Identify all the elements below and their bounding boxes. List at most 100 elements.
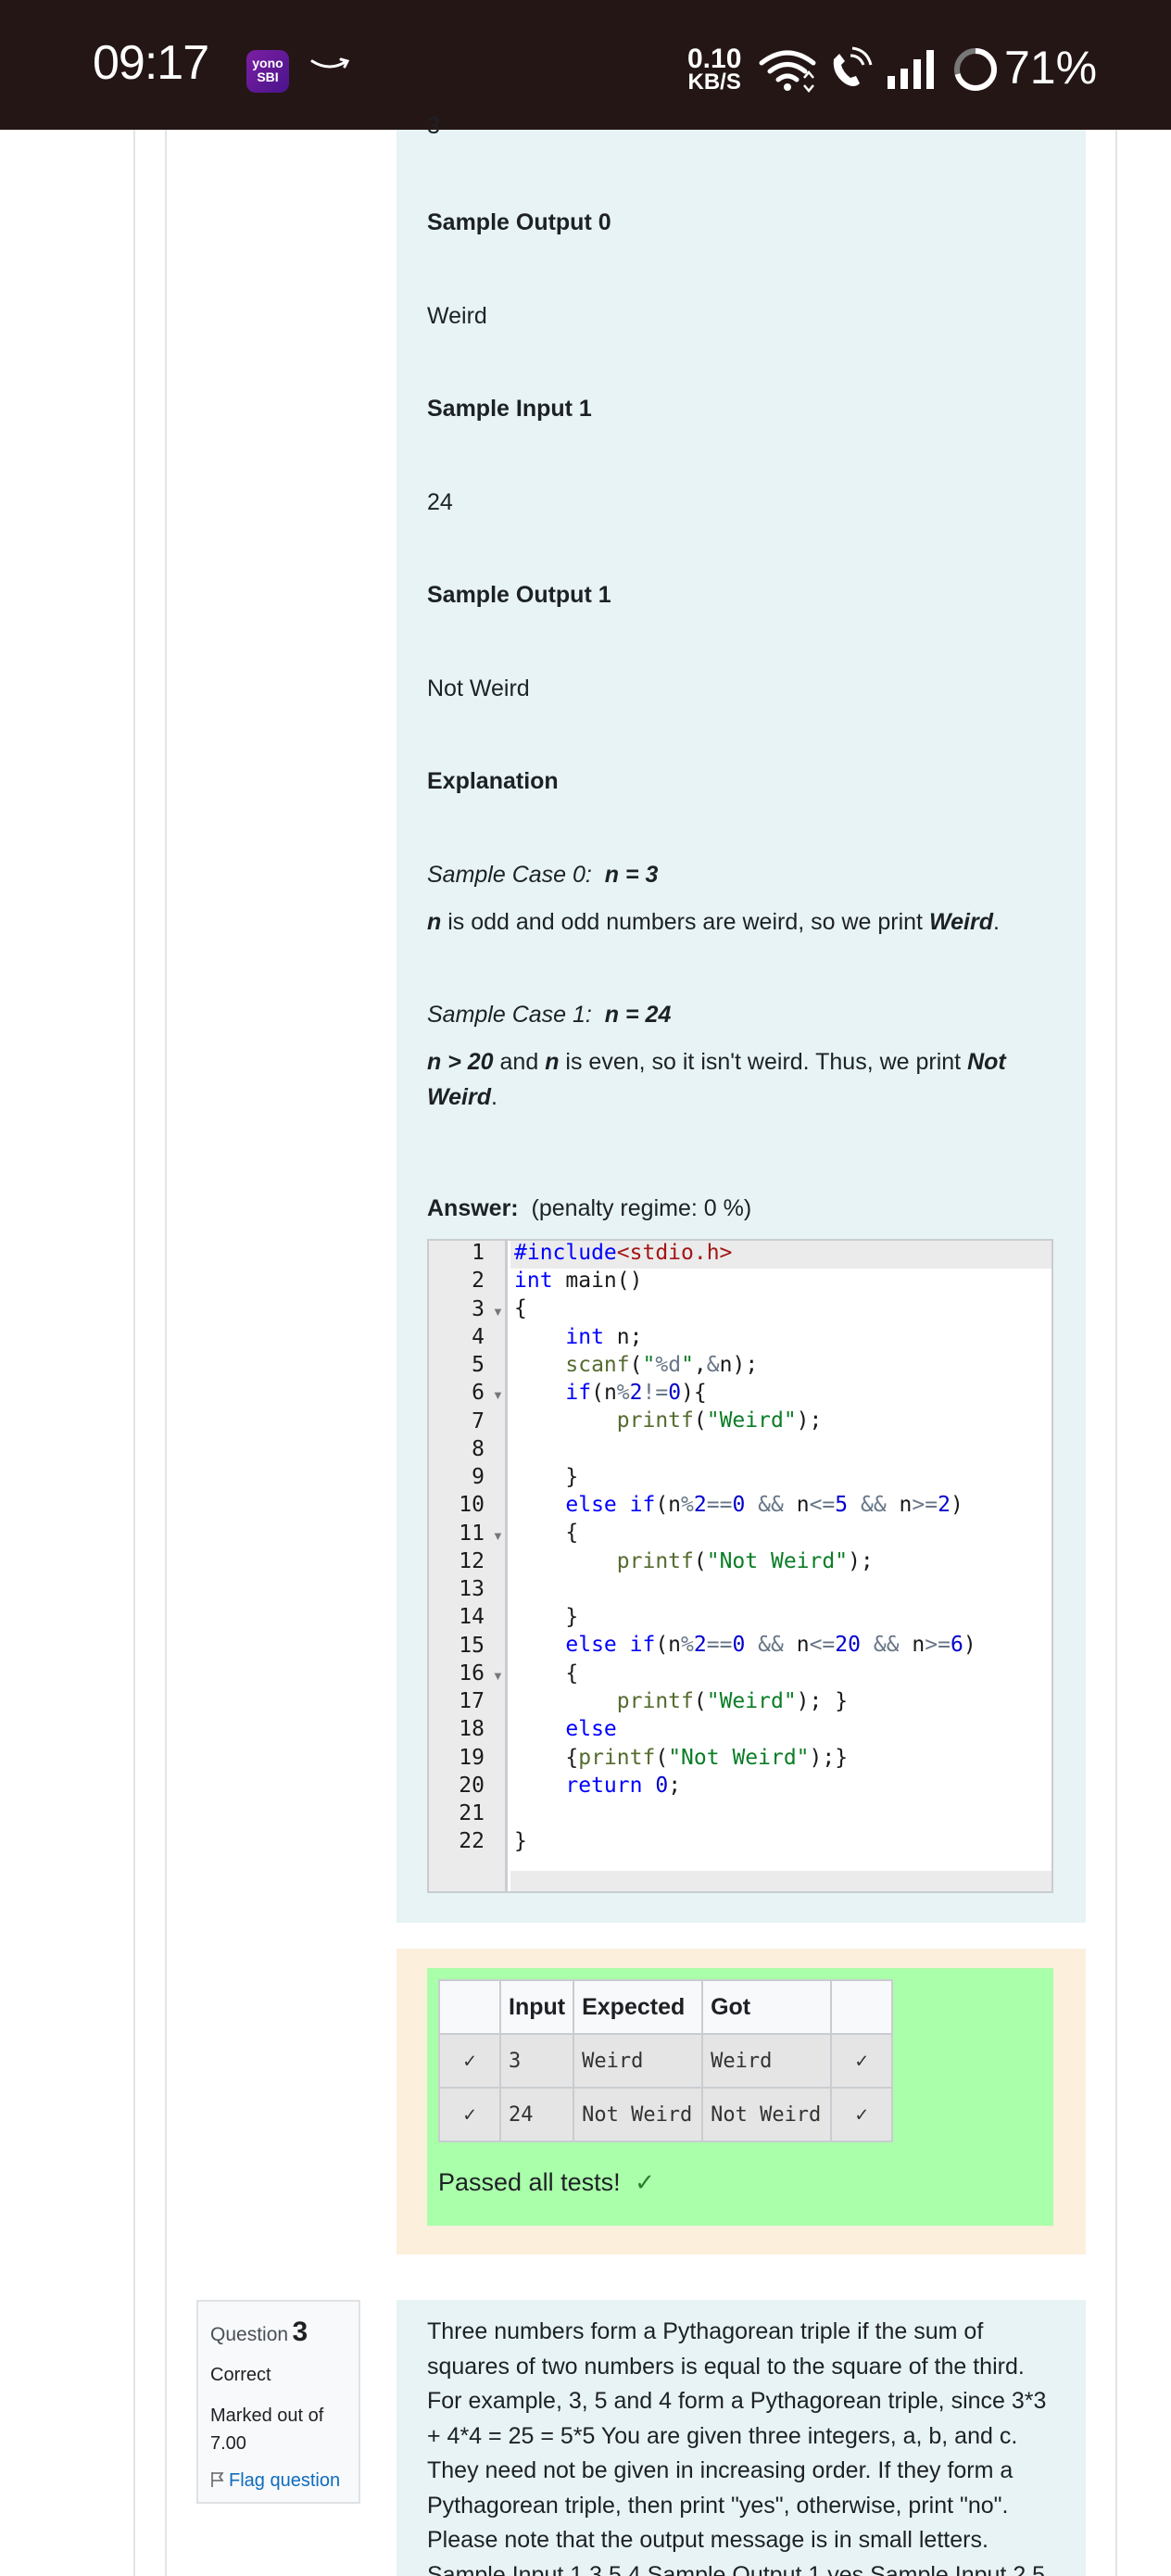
fold-toggle-icon[interactable]: ▼ [492, 1669, 504, 1683]
code-line-9[interactable]: } [514, 1465, 578, 1489]
code-line-2[interactable]: int main() [514, 1269, 642, 1293]
signal-icon [888, 50, 934, 89]
code-line-13[interactable] [514, 1577, 527, 1601]
fold-toggle-icon[interactable]: ▼ [492, 1388, 504, 1402]
line-number: 6 [472, 1381, 485, 1405]
line-number: 7 [472, 1409, 485, 1433]
sample-input-1-heading: Sample Input 1 [427, 396, 592, 422]
line-number: 14 [459, 1605, 485, 1629]
header-status [438, 1979, 501, 2035]
line-number: 18 [459, 1717, 485, 1741]
explanation-heading: Explanation [427, 768, 559, 794]
cell-input: 3 [498, 2033, 575, 2089]
check-icon: ✓ [438, 2087, 501, 2142]
page: 09:17 yono SBI 0.10 KB/S 71% 3 Sample Ou… [0, 0, 1171, 2576]
sample-case-0-explanation: n is odd and odd numbers are weird, so w… [427, 909, 1000, 936]
line-number: 17 [459, 1689, 485, 1713]
passed-text: Passed all tests! [438, 2168, 621, 2196]
line-number: 22 [459, 1829, 485, 1853]
code-line-21[interactable] [514, 1801, 527, 1825]
cell-expected: Not Weird [573, 2087, 704, 2142]
code-line-12[interactable]: printf("Not Weird"); [514, 1549, 874, 1573]
code-line-16[interactable]: { [514, 1661, 578, 1686]
code-line-6[interactable]: if(n%2!=0){ [514, 1381, 706, 1405]
case0-text: is odd and odd numbers are weird, so we … [441, 909, 929, 935]
code-line-3[interactable]: { [514, 1296, 527, 1320]
code-line-19[interactable]: {printf("Not Weird");} [514, 1746, 848, 1770]
content-border-left [165, 130, 167, 2576]
question-info-box: Question 3 Correct Marked out of 7.00 Fl… [196, 2300, 360, 2504]
code-line-11[interactable]: { [514, 1521, 578, 1545]
penalty-regime: (penalty regime: 0 %) [531, 1195, 752, 1221]
network-speed: 0.10 KB/S [687, 45, 741, 95]
case1-n: n [545, 1049, 560, 1075]
sample-case-0-value: n = 3 [604, 862, 659, 888]
case1-period: . [491, 1084, 497, 1110]
flag-icon [211, 2472, 224, 2487]
sample-input-0-value: 3 [427, 113, 440, 139]
code-line-1[interactable]: #include<stdio.h> [514, 1241, 732, 1265]
line-number: 21 [459, 1801, 485, 1825]
cell-expected: Weird [573, 2033, 704, 2089]
code-line-22[interactable]: } [514, 1829, 527, 1853]
check-icon: ✓ [635, 2169, 655, 2197]
line-number: 2 [472, 1269, 485, 1293]
code-line-10[interactable]: else if(n%2==0 && n<=5 && n>=2) [514, 1493, 963, 1517]
sample-output-1-value: Not Weird [427, 676, 530, 701]
fold-toggle-icon[interactable]: ▼ [492, 1305, 504, 1319]
line-number: 5 [472, 1353, 485, 1377]
results-header-row: Input Expected Got [438, 1979, 894, 2035]
code-line-7[interactable]: printf("Weird"); [514, 1408, 823, 1433]
line-number: 20 [459, 1774, 485, 1798]
wifi-icon [759, 50, 816, 93]
yono-sbi-icon: yono SBI [246, 50, 289, 93]
editor-horizontal-scrollbar[interactable] [510, 1871, 1051, 1891]
header-got: Got [701, 1979, 833, 2035]
network-speed-unit: KB/S [687, 69, 741, 95]
code-editor[interactable]: 1 2 3 ▼ 4 5 6 ▼ 7 8 9 10 11 ▼ 12 13 14 15 16 ▼ 17 18 19 20 21 22 … [427, 1239, 1053, 1893]
code-line-17[interactable]: printf("Weird"); } [514, 1689, 848, 1713]
cell-got: Not Weird [701, 2087, 833, 2142]
passed-all-tests: Passed all tests! ✓ [438, 2168, 655, 2197]
table-row: ✓ 24 Not Weird Not Weird ✓ [438, 2087, 894, 2142]
sample-case-1-title: Sample Case 1: n = 24 [427, 1002, 671, 1029]
question-label: Question [210, 2324, 289, 2345]
question-marks: Marked out of 7.00 [210, 2406, 324, 2454]
case1-text: is even, so it isn't weird. Thus, we pri… [559, 1049, 968, 1075]
line-number: 19 [459, 1746, 485, 1770]
code-line-8[interactable] [514, 1437, 527, 1461]
code-line-18[interactable]: else [514, 1717, 616, 1741]
sample-input-1-value: 24 [427, 489, 453, 515]
flag-question-link[interactable]: Flag question [210, 2470, 346, 2492]
code-line-14[interactable]: } [514, 1605, 578, 1629]
case0-n: n [427, 909, 442, 935]
answer-label-row: Answer: (penalty regime: 0 %) [427, 1195, 751, 1222]
check-icon: ✓ [438, 2033, 501, 2089]
line-number: 10 [459, 1493, 485, 1517]
case0-result: Weird [928, 909, 993, 935]
page-border-left [133, 130, 135, 2576]
sample-output-1-heading: Sample Output 1 [427, 582, 611, 608]
header-status2 [830, 1979, 894, 2035]
battery-icon [954, 48, 997, 91]
status-bar: 09:17 yono SBI 0.10 KB/S 71% [0, 0, 1171, 130]
flag-question-label: Flag question [229, 2470, 341, 2491]
code-line-20[interactable]: return 0; [514, 1774, 681, 1798]
code-line-4[interactable]: int n; [514, 1325, 642, 1349]
header-expected: Expected [573, 1979, 704, 2035]
fold-toggle-icon[interactable]: ▼ [492, 1529, 504, 1543]
battery-percent: 71% [1004, 42, 1098, 94]
sample-case-0-label: Sample Case 0: [427, 862, 592, 888]
check-icon: ✓ [830, 2033, 894, 2089]
line-number: 16 [459, 1661, 485, 1686]
line-number: 1 [472, 1241, 485, 1265]
line-number: 3 [472, 1297, 485, 1321]
line-number: 13 [459, 1577, 485, 1601]
sample-case-0-title: Sample Case 0: n = 3 [427, 862, 658, 889]
code-line-5[interactable]: scanf("%d",&n); [514, 1353, 758, 1377]
answer-label: Answer: [427, 1195, 519, 1221]
code-line-15[interactable]: else if(n%2==0 && n<=20 && n>=6) [514, 1633, 976, 1657]
cell-input: 24 [498, 2087, 575, 2142]
wifi-call-icon [833, 46, 873, 86]
question-state: Correct [210, 2365, 271, 2385]
